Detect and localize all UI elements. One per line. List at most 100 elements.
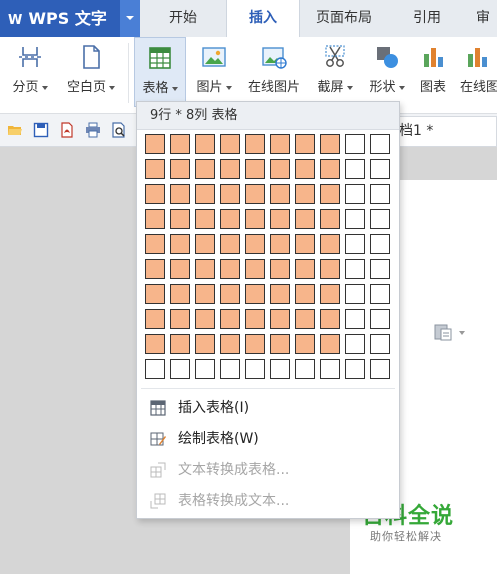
table-grid-cell[interactable] bbox=[370, 284, 390, 304]
table-grid-cell[interactable] bbox=[295, 334, 315, 354]
table-grid-cell[interactable] bbox=[295, 159, 315, 179]
table-grid-cell[interactable] bbox=[170, 159, 190, 179]
table-grid-cell[interactable] bbox=[220, 209, 240, 229]
table-grid-cell[interactable] bbox=[245, 259, 265, 279]
table-grid-cell[interactable] bbox=[345, 159, 365, 179]
table-grid-cell[interactable] bbox=[145, 209, 165, 229]
table-grid-cell[interactable] bbox=[170, 184, 190, 204]
table-grid-cell[interactable] bbox=[145, 334, 165, 354]
table-size-grid[interactable] bbox=[145, 134, 391, 382]
table-grid-cell[interactable] bbox=[320, 209, 340, 229]
table-grid-cell[interactable] bbox=[370, 359, 390, 379]
table-grid-cell[interactable] bbox=[245, 209, 265, 229]
shapes-button[interactable]: 形状 bbox=[362, 37, 412, 107]
table-grid-cell[interactable] bbox=[270, 284, 290, 304]
table-grid-cell[interactable] bbox=[295, 209, 315, 229]
table-grid-cell[interactable] bbox=[170, 134, 190, 154]
table-to-text-menu-item[interactable]: 表格转换成文本... bbox=[137, 486, 399, 516]
table-grid-cell[interactable] bbox=[370, 309, 390, 329]
online-picture-button[interactable]: 在线图片 bbox=[242, 37, 306, 107]
blank-page-button[interactable]: 空白页 bbox=[58, 37, 124, 107]
table-grid-cell[interactable] bbox=[370, 134, 390, 154]
table-grid-cell[interactable] bbox=[295, 184, 315, 204]
screenshot-button[interactable]: 截屏 bbox=[310, 37, 360, 107]
table-grid-cell[interactable] bbox=[345, 284, 365, 304]
table-grid-cell[interactable] bbox=[170, 334, 190, 354]
table-grid-cell[interactable] bbox=[295, 359, 315, 379]
table-grid-cell[interactable] bbox=[270, 259, 290, 279]
table-grid-cell[interactable] bbox=[320, 184, 340, 204]
tab-review[interactable]: 审 bbox=[466, 0, 497, 37]
table-grid-cell[interactable] bbox=[220, 284, 240, 304]
table-grid-cell[interactable] bbox=[320, 359, 340, 379]
table-grid-cell[interactable] bbox=[270, 309, 290, 329]
table-grid-cell[interactable] bbox=[195, 259, 215, 279]
table-grid-cell[interactable] bbox=[220, 309, 240, 329]
table-grid-cell[interactable] bbox=[220, 159, 240, 179]
table-grid-cell[interactable] bbox=[145, 309, 165, 329]
table-grid-cell[interactable] bbox=[195, 359, 215, 379]
table-grid-cell[interactable] bbox=[195, 184, 215, 204]
table-grid-cell[interactable] bbox=[370, 159, 390, 179]
paste-options-caret-icon[interactable] bbox=[459, 331, 465, 335]
table-grid-cell[interactable] bbox=[320, 134, 340, 154]
table-grid-cell[interactable] bbox=[145, 359, 165, 379]
table-grid-cell[interactable] bbox=[270, 184, 290, 204]
export-pdf-icon[interactable] bbox=[59, 122, 75, 138]
table-grid-cell[interactable] bbox=[195, 159, 215, 179]
tab-insert[interactable]: 插入 bbox=[226, 0, 300, 37]
table-grid-cell[interactable] bbox=[320, 284, 340, 304]
picture-button[interactable]: 图片 bbox=[188, 37, 240, 107]
table-grid-cell[interactable] bbox=[220, 334, 240, 354]
table-grid-cell[interactable] bbox=[295, 309, 315, 329]
paste-options-icon[interactable] bbox=[434, 323, 454, 341]
table-grid-cell[interactable] bbox=[220, 184, 240, 204]
tab-references[interactable]: 引用 bbox=[388, 0, 466, 37]
table-grid-cell[interactable] bbox=[220, 134, 240, 154]
chart-button[interactable]: 图表 bbox=[414, 37, 452, 107]
table-grid-cell[interactable] bbox=[270, 159, 290, 179]
table-grid-cell[interactable] bbox=[170, 259, 190, 279]
table-grid-cell[interactable] bbox=[245, 134, 265, 154]
table-grid-cell[interactable] bbox=[245, 284, 265, 304]
table-grid-cell[interactable] bbox=[295, 259, 315, 279]
table-grid-cell[interactable] bbox=[170, 234, 190, 254]
table-grid-cell[interactable] bbox=[345, 184, 365, 204]
table-grid-cell[interactable] bbox=[170, 284, 190, 304]
table-grid-cell[interactable] bbox=[220, 359, 240, 379]
draw-table-menu-item[interactable]: 绘制表格(W) bbox=[137, 424, 399, 454]
table-grid-cell[interactable] bbox=[370, 184, 390, 204]
table-grid-cell[interactable] bbox=[345, 309, 365, 329]
table-grid-cell[interactable] bbox=[145, 284, 165, 304]
table-grid-cell[interactable] bbox=[345, 334, 365, 354]
table-grid-cell[interactable] bbox=[320, 259, 340, 279]
open-folder-icon[interactable] bbox=[7, 122, 23, 138]
table-grid-cell[interactable] bbox=[220, 259, 240, 279]
table-grid-cell[interactable] bbox=[270, 359, 290, 379]
table-grid-cell[interactable] bbox=[370, 259, 390, 279]
table-grid-cell[interactable] bbox=[145, 259, 165, 279]
table-grid-cell[interactable] bbox=[195, 134, 215, 154]
table-grid-cell[interactable] bbox=[170, 209, 190, 229]
print-icon[interactable] bbox=[85, 122, 101, 138]
table-grid-cell[interactable] bbox=[145, 234, 165, 254]
table-grid-cell[interactable] bbox=[320, 234, 340, 254]
table-grid-cell[interactable] bbox=[245, 159, 265, 179]
table-grid-cell[interactable] bbox=[295, 134, 315, 154]
tab-page-layout[interactable]: 页面布局 bbox=[300, 0, 388, 37]
table-grid-cell[interactable] bbox=[370, 234, 390, 254]
print-preview-icon[interactable] bbox=[111, 122, 127, 138]
table-grid-cell[interactable] bbox=[270, 134, 290, 154]
table-grid-cell[interactable] bbox=[320, 159, 340, 179]
table-grid-cell[interactable] bbox=[245, 309, 265, 329]
table-grid-cell[interactable] bbox=[345, 134, 365, 154]
table-grid-cell[interactable] bbox=[295, 284, 315, 304]
table-grid-cell[interactable] bbox=[270, 209, 290, 229]
table-grid-cell[interactable] bbox=[195, 284, 215, 304]
page-break-button[interactable]: 分页 bbox=[4, 37, 56, 107]
table-grid-cell[interactable] bbox=[195, 234, 215, 254]
table-grid-cell[interactable] bbox=[270, 334, 290, 354]
table-grid-cell[interactable] bbox=[245, 359, 265, 379]
table-grid-cell[interactable] bbox=[270, 234, 290, 254]
app-menu-button[interactable]: W WPS 文字 bbox=[0, 0, 120, 37]
